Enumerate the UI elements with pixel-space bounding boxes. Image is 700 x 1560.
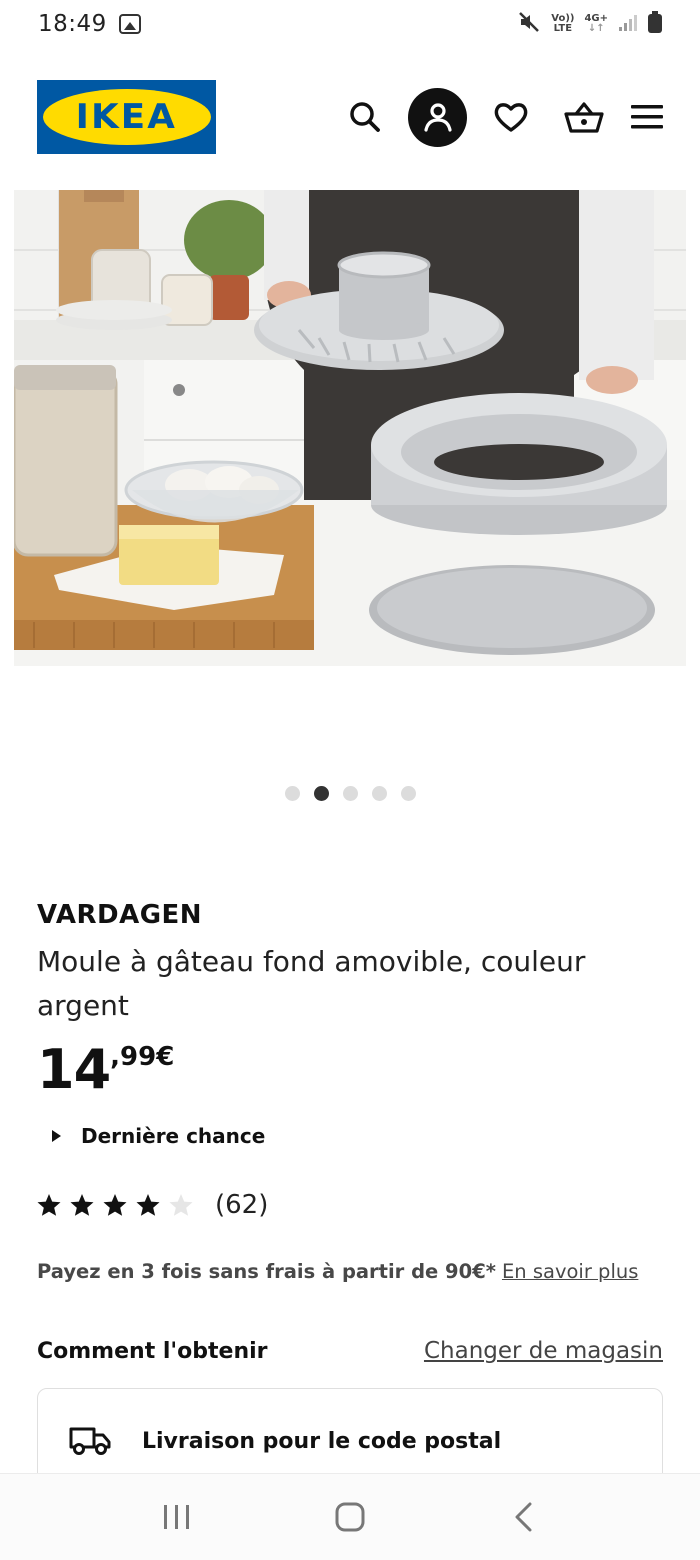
heart-icon[interactable] — [481, 88, 540, 147]
carousel-dot[interactable] — [400, 786, 416, 801]
product-image[interactable] — [14, 190, 686, 666]
search-icon[interactable] — [335, 88, 394, 147]
logo-text: IKEA — [75, 97, 178, 137]
product-description: Moule à gâteau fond amovible, couleur ar… — [37, 945, 586, 1022]
truck-icon — [68, 1423, 112, 1461]
logo-oval: IKEA — [42, 89, 211, 145]
carousel-dot[interactable] — [371, 786, 387, 801]
product-rating[interactable]: (62) — [37, 1190, 268, 1220]
gallery-notification-icon — [118, 14, 141, 34]
status-time: 18:49 — [38, 11, 107, 37]
back-icon[interactable] — [493, 1492, 553, 1542]
last-chance-toggle[interactable]: Dernière chance — [52, 1124, 265, 1148]
status-bar: 18:49 Vo)) LTE 4G+ ↓↑ — [0, 0, 700, 48]
system-nav-bar — [0, 1473, 700, 1560]
product-price: 14 ,99€ — [37, 1040, 174, 1100]
obtain-title: Comment l'obtenir — [37, 1338, 268, 1364]
network-type: 4G+ ↓↑ — [584, 13, 608, 34]
carousel-dot[interactable] — [284, 786, 300, 801]
star-filled-icon — [136, 1193, 160, 1216]
carousel-dots — [0, 786, 700, 801]
installments-info: Payez en 3 fois sans frais à partir de 9… — [37, 1260, 638, 1283]
price-decimal: ,99€ — [110, 1042, 175, 1072]
volte-indicator: Vo)) LTE — [551, 13, 575, 34]
carousel-dot[interactable] — [342, 786, 358, 801]
star-filled-icon — [103, 1193, 127, 1216]
price-integer: 14 — [37, 1038, 111, 1101]
signal-icon — [618, 12, 638, 36]
rating-stars — [37, 1193, 193, 1217]
star-empty-icon — [169, 1193, 193, 1216]
star-filled-icon — [37, 1193, 61, 1216]
product-name: VARDAGEN — [37, 900, 203, 930]
expand-triangle-icon — [52, 1130, 61, 1142]
last-chance-label: Dernière chance — [81, 1124, 266, 1148]
home-icon[interactable] — [320, 1492, 380, 1542]
delivery-label: Livraison pour le code postal — [142, 1429, 502, 1454]
account-icon[interactable] — [408, 87, 467, 147]
obtain-section-header: Comment l'obtenir Changer de magasin — [37, 1338, 663, 1364]
recents-icon[interactable] — [147, 1492, 207, 1542]
battery-icon — [648, 11, 662, 37]
status-right: Vo)) LTE 4G+ ↓↑ — [517, 10, 662, 38]
change-store-link[interactable]: Changer de magasin — [424, 1338, 663, 1364]
ikea-logo[interactable]: IKEA — [37, 80, 216, 154]
installments-text: Payez en 3 fois sans frais à partir de 9… — [37, 1260, 496, 1283]
header-icons — [335, 87, 667, 147]
delivery-row: Livraison pour le code postal — [68, 1423, 562, 1461]
review-count: (62) — [215, 1190, 269, 1220]
star-filled-icon — [70, 1193, 94, 1216]
basket-icon[interactable] — [554, 88, 613, 147]
mute-icon — [517, 10, 541, 38]
carousel-dot-active[interactable] — [313, 786, 329, 801]
menu-icon[interactable] — [627, 88, 667, 147]
learn-more-link[interactable]: En savoir plus — [502, 1260, 638, 1283]
site-header: IKEA — [37, 80, 667, 154]
